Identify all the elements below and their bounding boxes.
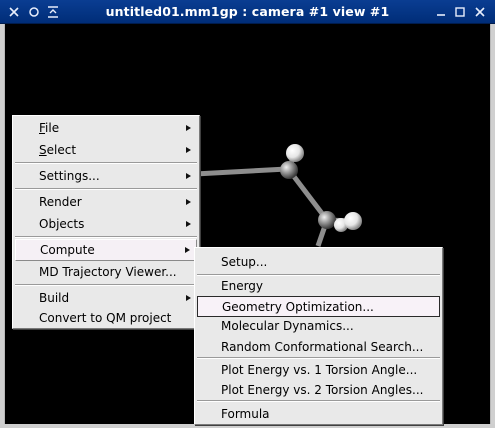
submenu-item-geometry-optimization[interactable]: Geometry Optimization... <box>197 296 440 317</box>
menu-item-select[interactable]: Select <box>15 139 197 161</box>
menu-item-label: Geometry Optimization... <box>222 300 374 314</box>
menu-item-label: Energy <box>221 279 264 293</box>
chevron-right-icon <box>186 199 191 205</box>
close-icon[interactable] <box>6 4 22 20</box>
app-window: untitled01.mm1gp : camera #1 view #1 Fil… <box>0 0 495 428</box>
x-icon[interactable] <box>472 4 488 20</box>
maximize-icon[interactable] <box>452 4 468 20</box>
menu-item-build[interactable]: Build <box>15 287 197 309</box>
submenu-item-energy[interactable]: Energy <box>197 275 440 297</box>
carbon-atom <box>280 161 298 179</box>
shade-icon[interactable] <box>45 4 61 20</box>
menu-item-render[interactable]: Render <box>15 191 197 213</box>
chevron-right-icon <box>186 295 191 301</box>
chevron-right-icon <box>186 221 191 227</box>
menu-item-label: Compute <box>40 243 95 257</box>
menu-separator <box>15 284 197 286</box>
submenu-item-setup[interactable]: Setup... <box>197 251 440 273</box>
chevron-right-icon <box>186 147 191 153</box>
menu-item-label: MD Trajectory Viewer... <box>39 265 177 279</box>
menu-item-label: Build <box>39 291 70 305</box>
menu-item-file[interactable]: File <box>15 117 197 139</box>
menu-item-label: Molecular Dynamics... <box>221 319 354 333</box>
chevron-right-icon <box>185 247 190 253</box>
menu-item-settings[interactable]: Settings... <box>15 165 197 187</box>
chevron-right-icon <box>186 125 191 131</box>
submenu-item-plot-energy-2-torsion[interactable]: Plot Energy vs. 2 Torsion Angles... <box>197 379 440 401</box>
menu-item-label: ile <box>45 121 60 135</box>
menu-item-label: Formula <box>221 407 270 421</box>
menu-item-compute[interactable]: Compute <box>15 239 197 261</box>
menu-item-label: Objects <box>39 217 85 231</box>
context-menu: File Select Settings... Render Objects C… <box>12 115 200 329</box>
menu-item-md-trajectory-viewer[interactable]: MD Trajectory Viewer... <box>15 261 197 283</box>
hydrogen-atom <box>344 212 362 230</box>
molecule-atoms <box>280 144 362 232</box>
submenu-item-molecular-dynamics[interactable]: Molecular Dynamics... <box>197 315 440 337</box>
menu-separator <box>15 188 197 190</box>
minimize-icon[interactable] <box>433 4 449 20</box>
menu-item-label: Setup... <box>221 255 268 269</box>
molecule-bonds <box>194 153 354 247</box>
menu-item-label: Convert to QM project <box>39 311 172 325</box>
submenu-item-plot-energy-1-torsion[interactable]: Plot Energy vs. 1 Torsion Angle... <box>197 359 440 381</box>
chevron-right-icon <box>186 173 191 179</box>
menu-item-label: elect <box>46 143 77 157</box>
menu-item-label: Render <box>39 195 82 209</box>
menu-separator <box>15 236 197 238</box>
menu-item-label: Random Conformational Search... <box>221 340 424 354</box>
menu-item-convert-to-qm[interactable]: Convert to QM project <box>15 307 197 329</box>
menu-item-label: Plot Energy vs. 2 Torsion Angles... <box>221 383 424 397</box>
mnemonic-letter: S <box>39 143 47 157</box>
menu-separator <box>197 400 440 402</box>
window-title: untitled01.mm1gp : camera #1 view #1 <box>105 4 390 19</box>
carbon-atom <box>318 211 336 229</box>
menu-item-label: Plot Energy vs. 1 Torsion Angle... <box>221 363 418 377</box>
compute-submenu: Setup... Energy Geometry Optimization...… <box>194 247 443 425</box>
submenu-item-random-conformational-search[interactable]: Random Conformational Search... <box>197 336 440 358</box>
menu-separator <box>15 162 197 164</box>
menu-item-label: Settings... <box>39 169 100 183</box>
hydrogen-atom <box>286 144 304 162</box>
circle-icon[interactable] <box>26 4 42 20</box>
menu-item-objects[interactable]: Objects <box>15 213 197 235</box>
submenu-item-formula[interactable]: Formula <box>197 403 440 425</box>
title-bar[interactable]: untitled01.mm1gp : camera #1 view #1 <box>0 0 495 24</box>
